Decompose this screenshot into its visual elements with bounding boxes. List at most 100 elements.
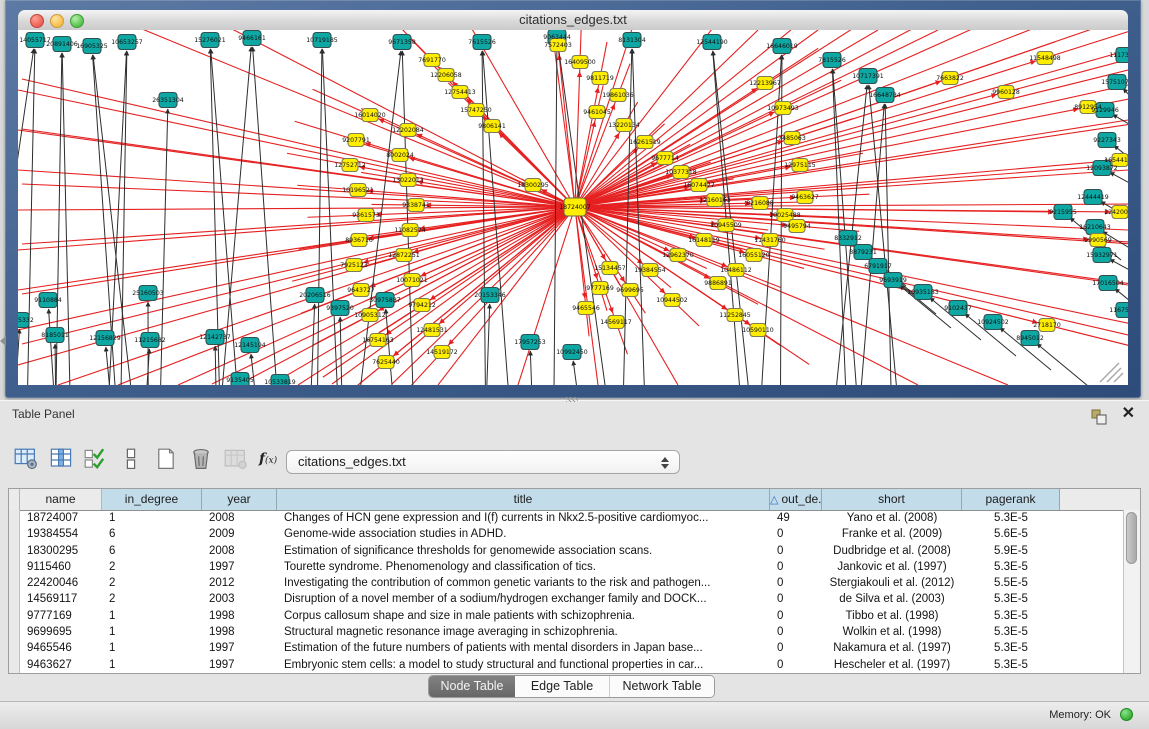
cell-pagerank[interactable]: 5.3E-5	[962, 640, 1060, 656]
cell-name[interactable]: 9465546	[20, 640, 102, 656]
cell-pagerank[interactable]: 5.3E-5	[962, 510, 1060, 526]
cell-short[interactable]: Wolkin et al. (1998)	[822, 624, 962, 640]
cell-year[interactable]: 1998	[202, 624, 277, 640]
cell-out_de[interactable]: 0	[770, 575, 822, 591]
cell-short[interactable]: Franke et al. (2009)	[822, 526, 962, 542]
column-header-out_de[interactable]: △out_de...	[770, 489, 822, 510]
delete-table-icon[interactable]	[189, 448, 213, 470]
tab-edge-table[interactable]: Edge Table	[515, 676, 609, 697]
cell-year[interactable]: 2008	[202, 543, 277, 559]
scrollbar-thumb[interactable]	[1126, 512, 1137, 564]
table-row[interactable]: 1456911722003Disruption of a novel membe…	[9, 591, 1124, 607]
cell-out_de[interactable]: 0	[770, 543, 822, 559]
cell-out_de[interactable]: 0	[770, 591, 822, 607]
cell-out_de[interactable]: 0	[770, 624, 822, 640]
splitter-grip[interactable]	[566, 397, 578, 402]
cell-year[interactable]: 1997	[202, 559, 277, 575]
table-settings-icon[interactable]	[14, 448, 38, 470]
column-header-in_degree[interactable]: in_degree	[102, 489, 202, 510]
memory-status-indicator[interactable]	[1120, 708, 1133, 721]
network-window[interactable]: citations_edges.txt 14055717208914061690…	[5, 0, 1141, 398]
cell-name[interactable]: 14569117	[20, 591, 102, 607]
cell-year[interactable]: 2003	[202, 591, 277, 607]
cell-name[interactable]: 18300295	[20, 543, 102, 559]
cell-pagerank[interactable]: 5.9E-5	[962, 543, 1060, 559]
column-header-title[interactable]: title	[277, 489, 770, 510]
citation-network-graph[interactable]: 1405571720891406169053251065325715276021…	[18, 30, 1128, 385]
import-table-icon[interactable]	[224, 448, 248, 470]
cell-year[interactable]: 1998	[202, 608, 277, 624]
cell-title[interactable]: Corpus callosum shape and size in male p…	[277, 608, 770, 624]
cell-short[interactable]: Stergiakouli et al. (2012)	[822, 575, 962, 591]
table-row[interactable]: 946362711997Embryonic stem cells: a mode…	[9, 657, 1124, 673]
cell-out_de[interactable]: 0	[770, 640, 822, 656]
cell-in_degree[interactable]: 1	[102, 657, 202, 673]
cell-out_de[interactable]: 49	[770, 510, 822, 526]
column-header-year[interactable]: year	[202, 489, 277, 510]
table-row[interactable]: 977716911998Corpus callosum shape and si…	[9, 608, 1124, 624]
cell-title[interactable]: Structural magnetic resonance image aver…	[277, 624, 770, 640]
cell-year[interactable]: 2009	[202, 526, 277, 542]
cell-name[interactable]: 22420046	[20, 575, 102, 591]
vertical-scrollbar[interactable]	[1123, 510, 1140, 673]
close-icon[interactable]: ✕	[1122, 405, 1135, 423]
table-row[interactable]: 946554611997Estimation of the future num…	[9, 640, 1124, 656]
table-row[interactable]: 911546021997Tourette syndrome. Phenomeno…	[9, 559, 1124, 575]
cell-year[interactable]: 2012	[202, 575, 277, 591]
cell-in_degree[interactable]: 1	[102, 640, 202, 656]
select-all-columns-icon[interactable]	[84, 448, 108, 470]
cell-in_degree[interactable]: 1	[102, 510, 202, 526]
column-header-short[interactable]: short	[822, 489, 962, 510]
cell-title[interactable]: Estimation of the future numbers of pati…	[277, 640, 770, 656]
cell-in_degree[interactable]: 2	[102, 559, 202, 575]
table-row[interactable]: 1830029562008Estimation of significance …	[9, 543, 1124, 559]
cell-in_degree[interactable]: 6	[102, 526, 202, 542]
cell-title[interactable]: Tourette syndrome. Phenomenology and cla…	[277, 559, 770, 575]
cell-title[interactable]: Changes of HCN gene expression and I(f) …	[277, 510, 770, 526]
cell-in_degree[interactable]: 2	[102, 575, 202, 591]
cell-year[interactable]: 1997	[202, 640, 277, 656]
toggle-rows-icon[interactable]	[119, 448, 143, 470]
cell-title[interactable]: Genome-wide association studies in ADHD.	[277, 526, 770, 542]
table-row[interactable]: 1938455462009Genome-wide association stu…	[9, 526, 1124, 542]
network-graph-canvas[interactable]: 1405571720891406169053251065325715276021…	[18, 30, 1128, 385]
cell-year[interactable]: 2008	[202, 510, 277, 526]
cell-name[interactable]: 9699695	[20, 624, 102, 640]
cell-in_degree[interactable]: 1	[102, 624, 202, 640]
cell-out_de[interactable]: 0	[770, 608, 822, 624]
cell-pagerank[interactable]: 5.3E-5	[962, 624, 1060, 640]
cell-out_de[interactable]: 0	[770, 526, 822, 542]
cell-in_degree[interactable]: 1	[102, 608, 202, 624]
cell-in_degree[interactable]: 6	[102, 543, 202, 559]
cell-out_de[interactable]: 0	[770, 657, 822, 673]
table-row[interactable]: 1872400712008Changes of HCN gene express…	[9, 510, 1124, 526]
column-header-pagerank[interactable]: pagerank	[962, 489, 1060, 510]
panel-collapse-arrow[interactable]	[0, 336, 6, 346]
cell-pagerank[interactable]: 5.3E-5	[962, 657, 1060, 673]
cell-name[interactable]: 9777169	[20, 608, 102, 624]
cell-title[interactable]: Disruption of a novel member of a sodium…	[277, 591, 770, 607]
cell-pagerank[interactable]: 5.3E-5	[962, 591, 1060, 607]
cell-name[interactable]: 19384554	[20, 526, 102, 542]
cell-name[interactable]: 9463627	[20, 657, 102, 673]
cell-name[interactable]: 9115460	[20, 559, 102, 575]
new-table-icon[interactable]	[154, 448, 178, 470]
cell-title[interactable]: Embryonic stem cells: a model to study s…	[277, 657, 770, 673]
float-panel-icon[interactable]	[1091, 409, 1107, 425]
cell-short[interactable]: Jankovic et al. (1997)	[822, 559, 962, 575]
cell-short[interactable]: de Silva et al. (2003)	[822, 591, 962, 607]
cell-title[interactable]: Estimation of significance thresholds fo…	[277, 543, 770, 559]
cell-name[interactable]: 18724007	[20, 510, 102, 526]
cell-title[interactable]: Investigating the contribution of common…	[277, 575, 770, 591]
show-columns-icon[interactable]	[49, 448, 73, 470]
table-selector-dropdown[interactable]: citations_edges.txt	[286, 450, 680, 474]
tab-network-table[interactable]: Network Table	[609, 676, 714, 697]
cell-short[interactable]: Nakamura et al. (1997)	[822, 640, 962, 656]
window-titlebar[interactable]: citations_edges.txt	[18, 10, 1128, 31]
cell-out_de[interactable]: 0	[770, 559, 822, 575]
function-builder-icon[interactable]: f(x)	[259, 451, 287, 467]
cell-pagerank[interactable]: 5.3E-5	[962, 608, 1060, 624]
cell-year[interactable]: 1997	[202, 657, 277, 673]
table-row[interactable]: 2242004622012Investigating the contribut…	[9, 575, 1124, 591]
cell-short[interactable]: Tibbo et al. (1998)	[822, 608, 962, 624]
